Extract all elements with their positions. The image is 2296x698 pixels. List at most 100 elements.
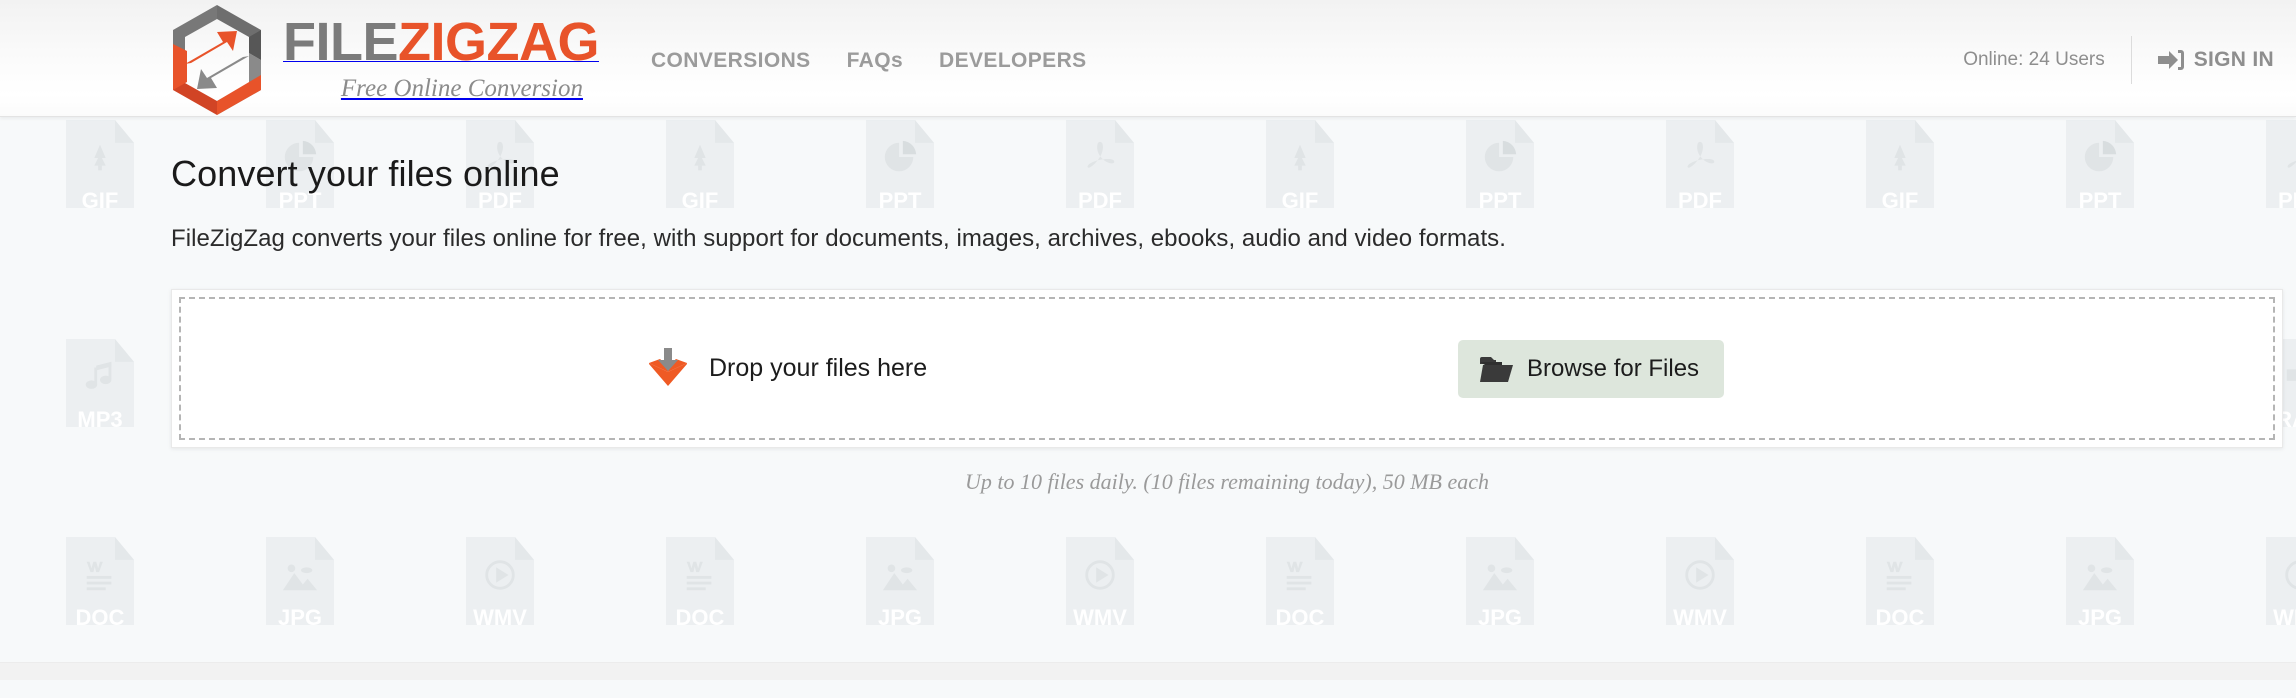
watermark-glyph — [866, 551, 934, 599]
watermark-wmv-item: WMV — [1600, 537, 1800, 629]
browse-for-files-label: Browse for Files — [1527, 354, 1700, 382]
watermark-jpg-item: JPG — [1400, 537, 1600, 629]
folder-icon — [1479, 355, 1513, 383]
watermark-page-fold — [914, 537, 934, 560]
watermark-page-fold — [1714, 537, 1734, 560]
watermark-label: JPG — [2077, 605, 2123, 630]
watermark-doc-item: DOC — [0, 537, 200, 629]
watermark-page-fold — [1514, 537, 1534, 560]
site-header: FILEZIGZAG Free Online Conversion CONVER… — [0, 0, 2296, 117]
watermark-page-shape — [1466, 537, 1534, 625]
page-content: Convert your files online FileZigZag con… — [0, 117, 2296, 495]
watermark-jpg-item: JPG — [800, 537, 1000, 629]
watermark-wmv-item: WMV — [1000, 537, 1200, 629]
watermark-page-fold — [514, 537, 534, 560]
file-jpg-icon: JPG — [2066, 537, 2134, 629]
watermark-row-bottom: DOC JPG WMV DOC JPG WMV DOC JPG WMV DOC JPG WMV — [0, 537, 2296, 629]
watermark-page-shape — [266, 537, 334, 625]
logo-wordmark-block: FILEZIGZAG Free Online Conversion — [283, 15, 599, 101]
file-jpg-icon: JPG — [266, 537, 334, 629]
main-section: GIFPPTPDFGIFPPTPDFGIFPPTPDFGIFPPTPDF MP3… — [0, 117, 2296, 680]
watermark-label: DOC — [675, 605, 725, 630]
watermark-page-shape — [1266, 537, 1334, 625]
file-wmv-icon: WMV — [2266, 537, 2296, 629]
page-description: FileZigZag converts your files online fo… — [171, 225, 1506, 252]
watermark-label: WMV — [1073, 605, 1127, 630]
watermark-glyph — [1866, 551, 1934, 599]
watermark-label: JPG — [277, 605, 323, 630]
watermark-label: DOC — [1875, 605, 1925, 630]
watermark-page-shape — [466, 537, 534, 625]
sign-in-label: SIGN IN — [2193, 48, 2274, 71]
watermark-page-fold — [1914, 537, 1934, 560]
nav-item-faqs[interactable]: FAQs — [847, 49, 903, 73]
watermark-glyph — [2066, 551, 2134, 599]
file-wmv-icon: WMV — [466, 537, 534, 629]
logo-wordmark: FILEZIGZAG — [283, 12, 599, 72]
site-logo[interactable]: FILEZIGZAG Free Online Conversion — [163, 0, 599, 119]
watermark-page-shape — [1066, 537, 1134, 625]
drop-files-prompt[interactable]: Drop your files here — [645, 346, 927, 392]
drop-inbox-icon — [645, 346, 691, 392]
page-title: Convert your files online — [171, 153, 560, 194]
file-doc-icon: DOC — [666, 537, 734, 629]
watermark-glyph — [466, 551, 534, 599]
watermark-page-shape — [2066, 537, 2134, 625]
watermark-glyph — [666, 551, 734, 599]
file-drop-zone[interactable]: Drop your files here Browse for Files — [179, 297, 2275, 440]
drop-files-label: Drop your files here — [709, 354, 928, 382]
watermark-page-shape — [1866, 537, 1934, 625]
sign-in-arrow-icon — [2157, 49, 2184, 71]
file-doc-icon: DOC — [66, 537, 134, 629]
watermark-jpg-item: JPG — [200, 537, 400, 629]
watermark-glyph — [2266, 551, 2296, 599]
header-right-group: Online: 24 Users SIGN IN — [1963, 2, 2274, 118]
watermark-label: WMV — [473, 605, 527, 630]
watermark-glyph — [66, 551, 134, 599]
file-wmv-icon: WMV — [1066, 537, 1134, 629]
logo-word-file: FILE — [283, 12, 399, 72]
watermark-doc-item: DOC — [1800, 537, 2000, 629]
file-jpg-icon: JPG — [1466, 537, 1534, 629]
watermark-page-fold — [1114, 537, 1134, 560]
watermark-glyph — [1066, 551, 1134, 599]
logo-word-zigzag: ZIGZAG — [398, 12, 599, 72]
file-jpg-icon: JPG — [866, 537, 934, 629]
watermark-glyph — [266, 551, 334, 599]
watermark-label: JPG — [877, 605, 923, 630]
file-doc-icon: DOC — [1266, 537, 1334, 629]
footer-strip — [0, 662, 2296, 680]
watermark-glyph — [1266, 551, 1334, 599]
watermark-page-fold — [1314, 537, 1334, 560]
watermark-doc-item: DOC — [600, 537, 800, 629]
watermark-page-shape — [66, 537, 134, 625]
zigzag-recycle-logo-icon — [163, 1, 271, 119]
nav-item-conversions[interactable]: CONVERSIONS — [651, 49, 811, 73]
file-doc-icon: DOC — [1866, 537, 1934, 629]
watermark-page-fold — [314, 537, 334, 560]
watermark-page-fold — [714, 537, 734, 560]
main-navigation: CONVERSIONS FAQs DEVELOPERS — [651, 49, 1087, 73]
sign-in-button[interactable]: SIGN IN — [2132, 48, 2274, 72]
online-users-status: Online: 24 Users — [1963, 36, 2132, 84]
watermark-page-fold — [114, 537, 134, 560]
watermark-wmv-item: WMV — [400, 537, 600, 629]
watermark-page-shape — [666, 537, 734, 625]
file-wmv-icon: WMV — [1666, 537, 1734, 629]
file-limit-note: Up to 10 files daily. (10 files remainin… — [964, 469, 1490, 494]
watermark-wmv-item: WMV — [2200, 537, 2296, 629]
watermark-page-fold — [2114, 537, 2134, 560]
logo-tagline: Free Online Conversion — [340, 75, 583, 102]
nav-item-developers[interactable]: DEVELOPERS — [939, 49, 1087, 73]
browse-for-files-button[interactable]: Browse for Files — [1458, 339, 1725, 398]
watermark-glyph — [1666, 551, 1734, 599]
watermark-label: DOC — [1275, 605, 1325, 630]
watermark-page-shape — [866, 537, 934, 625]
watermark-doc-item: DOC — [1200, 537, 1400, 629]
watermark-jpg-item: JPG — [2000, 537, 2200, 629]
watermark-label: WMV — [2273, 605, 2296, 630]
watermark-page-shape — [1666, 537, 1734, 625]
watermark-page-shape — [2266, 537, 2296, 625]
watermark-label: WMV — [1673, 605, 1727, 630]
file-drop-panel[interactable]: Drop your files here Browse for Files — [171, 289, 2283, 448]
